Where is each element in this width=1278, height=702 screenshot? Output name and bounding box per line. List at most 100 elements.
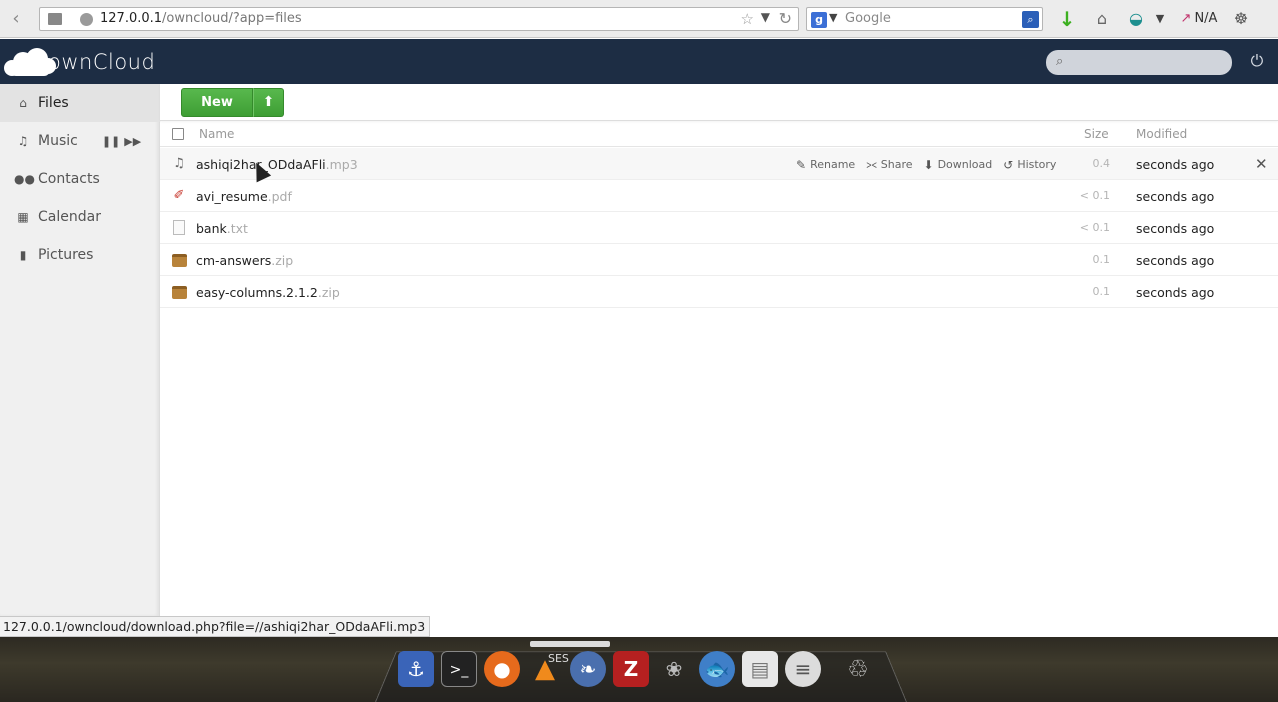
extension-dropdown-icon[interactable]: ▼	[1153, 9, 1167, 29]
table-row[interactable]: easy-columns.2.1.2.zip 0.1 seconds ago	[160, 276, 1278, 308]
history-label: History	[1017, 158, 1057, 171]
sidebar-item-label: Music	[38, 133, 78, 149]
rename-action[interactable]: ✎ Rename	[796, 157, 855, 172]
file-extension: .zip	[271, 253, 294, 268]
history-action[interactable]: ↺ History	[1003, 157, 1056, 172]
search-engine-icon[interactable]: g	[811, 12, 827, 28]
app-search-input[interactable]: ⌕	[1046, 50, 1232, 75]
url-bar[interactable]: 127.0.0.1/owncloud/?app=files ☆ ▼ ↻	[39, 7, 799, 31]
search-icon[interactable]: ⌕	[1022, 11, 1039, 28]
browser-search-box[interactable]: g ▼ Google ⌕	[806, 7, 1043, 31]
table-row[interactable]: ✐ avi_resume.pdf < 0.1 seconds ago	[160, 180, 1278, 212]
share-action[interactable]: ⪥ Share	[866, 157, 912, 172]
column-header-size[interactable]: Size	[1084, 127, 1109, 141]
terminal-icon[interactable]: >_	[441, 651, 477, 687]
addon-status[interactable]: ↗ N/A	[1176, 9, 1222, 29]
sidebar-item-files[interactable]: ⌂ Files	[0, 84, 168, 122]
next-icon[interactable]: ▶▶	[124, 135, 141, 148]
download-arrow-icon[interactable]: ↓	[1057, 9, 1077, 29]
upload-button[interactable]: ⬆	[253, 88, 284, 117]
bug-icon[interactable]: ☸	[1232, 9, 1250, 29]
file-manager-icon[interactable]: ▤	[742, 651, 778, 687]
file-list-header: Name Size Modified	[160, 121, 1278, 147]
sidebar-item-label: Files	[38, 95, 69, 111]
file-name[interactable]: bank.txt	[196, 221, 248, 236]
anchor-icon[interactable]: ⚓	[398, 651, 434, 687]
file-size: < 0.1	[1079, 221, 1110, 234]
file-base-name: easy-columns.2.1.2	[196, 285, 318, 300]
file-extension: .txt	[226, 221, 248, 236]
reload-icon[interactable]: ↻	[779, 9, 792, 28]
file-name[interactable]: ashiqi2har_ODdaAFli.mp3	[196, 157, 358, 172]
download-label: Download	[937, 158, 993, 171]
browser-toolbar: ‹ 127.0.0.1/owncloud/?app=files ☆ ▼ ↻ g …	[0, 0, 1278, 38]
file-size: 0.4	[1092, 157, 1111, 170]
browser-status-bar: 127.0.0.1/owncloud/download.php?file=//a…	[0, 616, 430, 637]
power-icon[interactable]: ⏻	[1248, 51, 1266, 71]
fish-app-icon[interactable]: 🐟	[699, 651, 735, 687]
table-row[interactable]: ♫ ashiqi2har_ODdaAFli.mp3 ✎ Rename ⪥ Share…	[160, 148, 1278, 180]
feather-app-icon[interactable]: ❧	[570, 651, 606, 687]
sidebar-item-music[interactable]: ♫ Music ❚❚ ▶▶	[0, 122, 160, 160]
url-path: /owncloud/?app=files	[162, 11, 302, 26]
people-icon: ●●	[14, 172, 35, 186]
owncloud-logo[interactable]: ownCloud	[4, 47, 155, 77]
app-sidebar: ⌂ Files ♫ Music ❚❚ ▶▶ ●● Contacts ▦ Cale…	[0, 84, 168, 616]
file-name[interactable]: easy-columns.2.1.2.zip	[196, 285, 340, 300]
table-row[interactable]: cm-answers.zip 0.1 seconds ago	[160, 244, 1278, 276]
file-base-name: bank	[196, 221, 227, 236]
file-extension: .mp3	[325, 157, 358, 172]
url-text[interactable]: 127.0.0.1/owncloud/?app=files	[100, 11, 302, 26]
text-editor-icon[interactable]: ≡	[785, 651, 821, 687]
history-icon: ↺	[1003, 157, 1014, 172]
file-modified: seconds ago	[1136, 189, 1215, 204]
file-modified: seconds ago	[1136, 285, 1215, 300]
firefox-icon[interactable]: ●	[484, 651, 520, 687]
file-modified: seconds ago	[1136, 221, 1215, 236]
bookmark-star-icon[interactable]: ☆	[741, 10, 754, 28]
audio-file-icon: ♫	[173, 156, 185, 171]
share-icon: ⪥	[866, 157, 877, 171]
column-header-name[interactable]: Name	[199, 127, 234, 141]
file-modified: seconds ago	[1136, 253, 1215, 268]
new-button[interactable]: New	[181, 88, 253, 117]
archive-file-icon	[172, 286, 187, 299]
select-all-checkbox[interactable]	[172, 128, 184, 140]
url-host: 127.0.0.1	[100, 11, 163, 26]
globe-icon	[80, 13, 93, 26]
file-actions: ✎ Rename ⪥ Share ⬇ Download ↺ History	[796, 157, 1056, 172]
app-header: ownCloud ⌕ ⏻	[0, 39, 1278, 84]
back-arrow-icon[interactable]: ‹	[4, 8, 28, 30]
file-extension: .zip	[317, 285, 340, 300]
file-name[interactable]: avi_resume.pdf	[196, 189, 292, 204]
file-name[interactable]: cm-answers.zip	[196, 253, 293, 268]
gimp-icon[interactable]: ❀	[656, 651, 692, 687]
sidebar-item-calendar[interactable]: ▦ Calendar	[0, 198, 160, 236]
file-size: < 0.1	[1079, 189, 1110, 202]
file-size: 0.1	[1092, 285, 1111, 298]
dock-label: SES	[548, 652, 569, 665]
delete-icon[interactable]: ✕	[1255, 155, 1268, 173]
home-icon[interactable]: ⌂	[1092, 9, 1112, 29]
sidebar-item-contacts[interactable]: ●● Contacts	[0, 160, 160, 198]
engine-dropdown-icon[interactable]: ▼	[829, 11, 837, 24]
music-note-icon: ♫	[17, 134, 29, 148]
sidebar-item-label: Calendar	[38, 209, 101, 225]
calendar-icon: ▦	[17, 210, 29, 224]
trash-icon[interactable]: ♲	[840, 651, 876, 687]
pause-icon[interactable]: ❚❚	[102, 135, 120, 148]
search-placeholder: Google	[845, 11, 891, 26]
sidebar-item-label: Pictures	[38, 247, 94, 263]
files-controls-bar: New ⬆	[160, 84, 1278, 121]
extension-icon[interactable]: ◒	[1127, 9, 1145, 29]
table-row[interactable]: bank.txt < 0.1 seconds ago	[160, 212, 1278, 244]
column-header-modified[interactable]: Modified	[1136, 127, 1187, 141]
download-action[interactable]: ⬇ Download	[924, 157, 993, 172]
archive-file-icon	[172, 254, 187, 267]
url-dropdown-icon[interactable]: ▼	[761, 10, 770, 24]
page-icon	[48, 13, 62, 25]
search-icon: ⌕	[1056, 54, 1064, 69]
file-base-name: avi_resume	[196, 189, 268, 204]
sidebar-item-pictures[interactable]: ▮ Pictures	[0, 236, 160, 274]
filezilla-icon[interactable]: Z	[613, 651, 649, 687]
